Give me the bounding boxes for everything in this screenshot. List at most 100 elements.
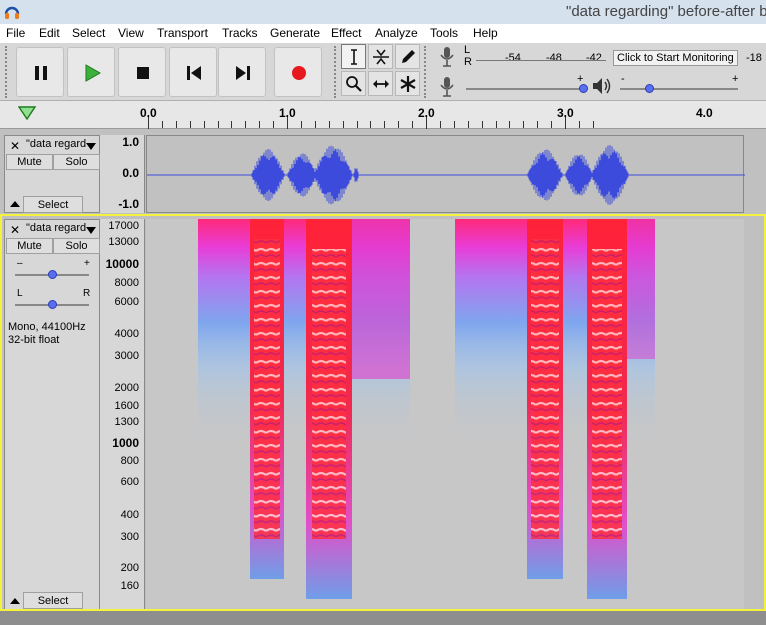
ruler-tick (175, 121, 177, 128)
waveform-segment (251, 149, 285, 201)
amplitude-label: 0.0 (122, 166, 139, 180)
frequency-label: 200 (120, 562, 139, 574)
menu-generate[interactable]: Generate (270, 26, 320, 40)
menu-edit[interactable]: Edit (39, 26, 60, 40)
waveform-display[interactable] (146, 135, 745, 213)
window-title: "data regarding" before-after b (566, 3, 766, 20)
double-arrow-icon (373, 80, 389, 88)
ruler-tick (481, 121, 483, 128)
track-1-control-panel: ✕ "data regard Mute Solo Select (4, 135, 100, 213)
menu-view[interactable]: View (118, 26, 144, 40)
recording-volume-slider[interactable] (466, 88, 584, 90)
pencil-icon (402, 50, 415, 63)
mute-button[interactable]: Mute (6, 154, 53, 170)
ruler-tick (384, 121, 386, 128)
frequency-label: 600 (120, 476, 139, 488)
spectrogram-display[interactable] (146, 219, 744, 609)
gain-slider-thumb[interactable] (48, 270, 57, 279)
microphone-icon (440, 77, 454, 97)
frequency-ruler[interactable]: 17000 13000 10000 8000 6000 4000 3000 20… (100, 219, 145, 611)
ruler-label: 1.0 (279, 106, 296, 120)
toolbar-grabber[interactable] (424, 46, 427, 98)
track-info-rate: Mono, 44100Hz (8, 321, 86, 333)
ruler-tick (398, 121, 400, 128)
draw-tool-button[interactable] (395, 44, 420, 69)
record-button[interactable] (274, 47, 322, 97)
collapse-track-icon[interactable] (10, 201, 20, 207)
microphone-icon[interactable] (439, 46, 455, 68)
frequency-label: 800 (120, 455, 139, 467)
amplitude-label: 1.0 (122, 135, 139, 149)
frequency-label: 3000 (114, 350, 139, 362)
skip-to-start-button[interactable] (169, 47, 217, 97)
ruler-tick (189, 121, 191, 128)
gain-plus-label: + (84, 258, 90, 269)
menu-effect[interactable]: Effect (331, 26, 361, 40)
menu-tracks[interactable]: Tracks (222, 26, 258, 40)
ruler-tick (217, 121, 219, 128)
ruler-tick (300, 121, 302, 128)
ruler-tick (328, 121, 330, 128)
frequency-label: 8000 (114, 277, 139, 289)
waveform-graphic (147, 145, 745, 205)
toolbar-grabber[interactable] (5, 46, 8, 98)
collapse-track-icon[interactable] (10, 598, 20, 604)
recording-meter[interactable] (476, 49, 606, 65)
track-name-menu[interactable]: "data regard (24, 138, 99, 154)
playback-volume-slider[interactable] (620, 88, 738, 90)
frequency-label: 160 (120, 580, 139, 592)
waveform-segment (527, 149, 563, 201)
frequency-label: 10000 (105, 257, 139, 271)
menu-tools[interactable]: Tools (430, 26, 458, 40)
frequency-label: 1000 (112, 436, 139, 450)
spectrogram-graphic (198, 219, 655, 599)
solo-button[interactable]: Solo (53, 154, 100, 170)
audacity-logo-icon (4, 6, 20, 19)
stop-button[interactable] (118, 47, 166, 97)
skip-to-end-button[interactable] (218, 47, 266, 97)
waveform-amplitude-ruler[interactable]: 1.0 0.0 -1.0 (100, 135, 145, 213)
frequency-label: 1600 (114, 400, 139, 412)
amplitude-label: -1.0 (118, 197, 139, 211)
ruler-tick (342, 121, 344, 128)
zoom-tool-button[interactable] (341, 71, 366, 96)
pause-button[interactable] (16, 47, 64, 97)
select-track-button[interactable]: Select (23, 592, 83, 609)
start-monitoring-button[interactable]: Click to Start Monitoring (613, 50, 738, 66)
track-name-menu[interactable]: "data regard (24, 222, 99, 238)
menu-analyze[interactable]: Analyze (375, 26, 418, 40)
mute-button[interactable]: Mute (6, 238, 53, 254)
toolbar-grabber[interactable] (334, 46, 337, 98)
menu-transport[interactable]: Transport (157, 26, 208, 40)
frequency-label: 4000 (114, 328, 139, 340)
ruler-tick (523, 121, 525, 128)
recording-volume-thumb[interactable] (579, 84, 588, 93)
solo-button[interactable]: Solo (53, 238, 100, 254)
multi-tool-button[interactable] (395, 71, 420, 96)
frequency-label: 6000 (114, 296, 139, 308)
close-track-button[interactable]: ✕ (7, 138, 23, 154)
meter-left-label: L (464, 44, 471, 56)
timeline-ruler[interactable]: 0.0 1.0 2.0 3.0 4.0 (0, 101, 766, 129)
frequency-label: 2000 (114, 382, 139, 394)
menu-help[interactable]: Help (473, 26, 498, 40)
menu-file[interactable]: File (6, 26, 25, 40)
play-head-triangle-icon[interactable] (18, 105, 36, 121)
menu-select[interactable]: Select (72, 26, 105, 40)
envelope-tool-button[interactable] (368, 44, 393, 69)
close-track-button[interactable]: ✕ (7, 222, 23, 238)
meter-right-label: R (464, 56, 472, 68)
ruler-tick (578, 121, 580, 128)
speaker-icon[interactable] (591, 76, 611, 96)
pan-slider-thumb[interactable] (48, 300, 57, 309)
play-button[interactable] (67, 47, 115, 97)
select-track-button[interactable]: Select (23, 196, 83, 213)
playback-volume-minus: - (621, 73, 625, 85)
track-name: "data regard (26, 138, 87, 150)
stop-icon (137, 67, 149, 79)
playback-volume-thumb[interactable] (645, 84, 654, 93)
waveform-segment (565, 154, 593, 196)
ruler-tick (412, 121, 414, 128)
selection-tool-button[interactable] (341, 44, 366, 69)
timeshift-tool-button[interactable] (368, 71, 393, 96)
